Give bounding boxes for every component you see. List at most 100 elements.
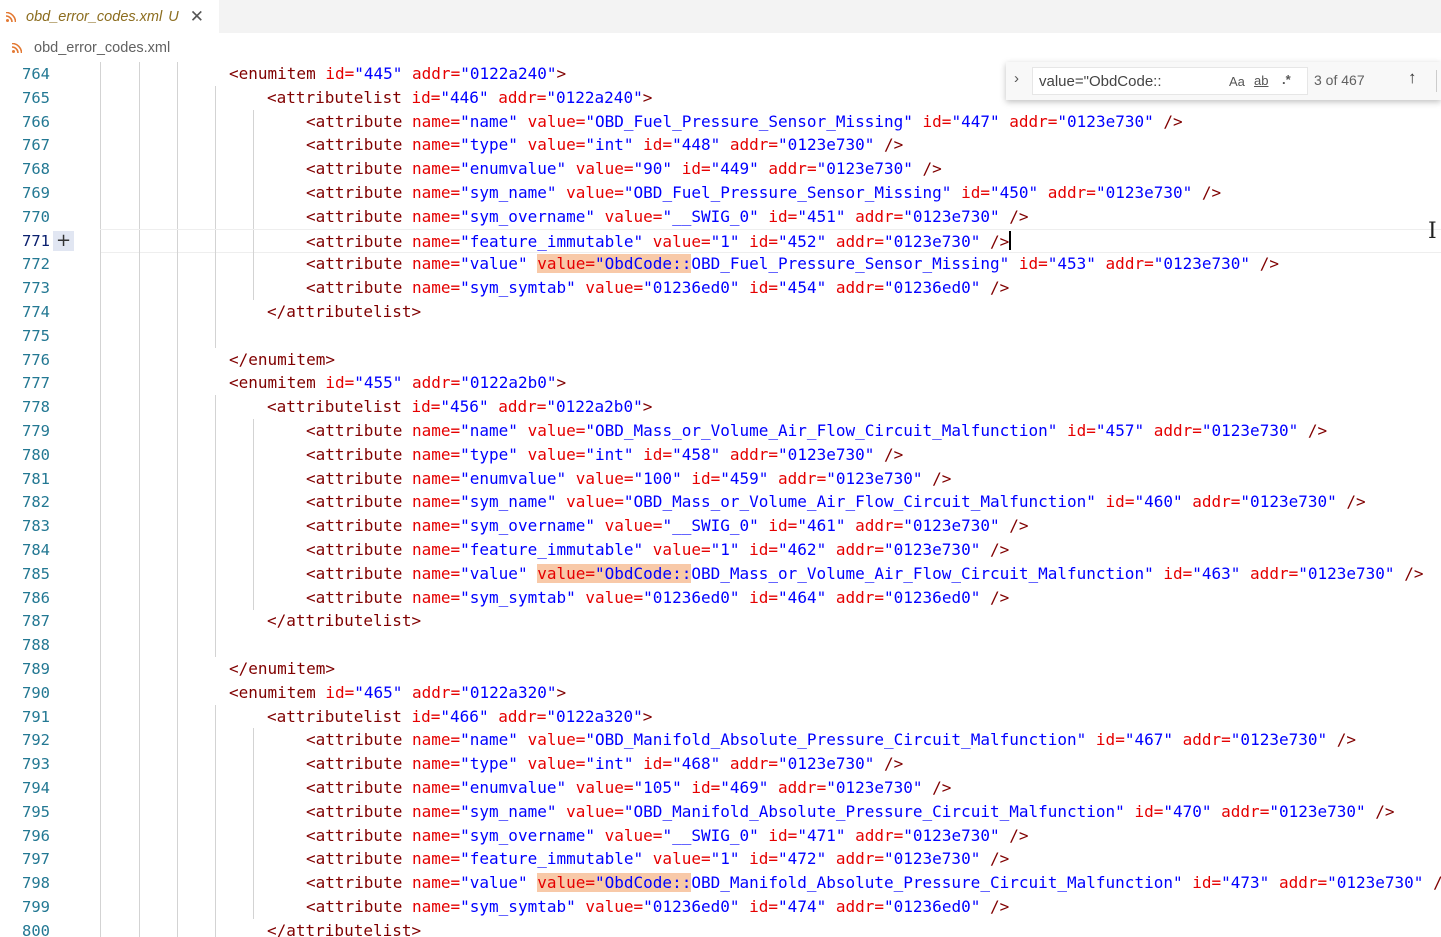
code-token: "01236ed0": [643, 897, 750, 916]
indent-guide: [215, 609, 216, 634]
whole-word-icon[interactable]: ab: [1254, 73, 1268, 88]
code-line[interactable]: 773 <attribute name="sym_symtab" value="0…: [0, 276, 1441, 301]
code-line[interactable]: 789 </enumitem>: [0, 657, 1441, 681]
code-line[interactable]: 770 <attribute name="sym_overname" value=…: [0, 204, 1441, 229]
line-number: 789: [22, 660, 50, 678]
regex-icon[interactable]: .*: [1282, 72, 1291, 87]
indent-guide: [215, 252, 216, 277]
breadcrumb-file[interactable]: obd_error_codes.xml: [34, 40, 170, 56]
code-token: name=: [411, 563, 461, 583]
code-line[interactable]: 769 <attribute name="sym_name" value="OBD…: [0, 181, 1441, 205]
code-line[interactable]: 799 <attribute name="sym_symtab" value="0…: [0, 895, 1441, 919]
code-line[interactable]: 795 <attribute name="sym_name" value="OBD…: [0, 799, 1441, 824]
indent-guide: [100, 871, 101, 896]
code-line[interactable]: 775: [0, 323, 1441, 348]
code-token: id=: [922, 111, 952, 131]
code-line[interactable]: 785 <attribute name="value" value="ObdCod…: [0, 561, 1441, 586]
code-token: "int": [585, 754, 644, 774]
search-match: "ObdCode::: [595, 254, 692, 274]
code-token: value=: [652, 849, 711, 869]
code-text: <attribute name="sym_overname" value="__…: [306, 514, 1029, 538]
indent-guide: [177, 347, 178, 372]
code-line[interactable]: 782 <attribute name="sym_name" value="OBD…: [0, 490, 1441, 515]
code-token: </enumitem>: [229, 349, 335, 369]
code-token: addr=: [835, 231, 884, 251]
code-token: name=: [411, 492, 461, 512]
code-line[interactable]: 767 <attribute name="type" value="int" id…: [0, 133, 1441, 158]
code-line[interactable]: 797 <attribute name="feature_immutable" v…: [0, 847, 1441, 872]
code-line[interactable]: 792 <attribute name="name" value="OBD_Man…: [0, 728, 1441, 753]
indent-guide: [215, 538, 216, 562]
indent-guide: [215, 395, 216, 420]
line-number: 781: [22, 469, 50, 488]
code-text: <attributelist id="446" addr="0122a240">: [267, 86, 652, 110]
code-token: <attribute: [306, 421, 412, 440]
code-line[interactable]: 774 </attributelist>: [0, 300, 1441, 324]
code-line[interactable]: 787 </attributelist>: [0, 609, 1441, 634]
code-token: value=: [527, 421, 586, 440]
code-line[interactable]: 796 <attribute name="sym_overname" value=…: [0, 823, 1441, 848]
code-line[interactable]: 800 </attributelist>: [0, 918, 1441, 937]
code-line[interactable]: 788: [0, 633, 1441, 658]
code-line[interactable]: 778 <attributelist id="456" addr="0122a2b…: [0, 395, 1441, 420]
indent-guide: [177, 62, 178, 86]
code-text: <enumitem id="465" addr="0122a320">: [229, 681, 566, 705]
code-token: "01236ed0": [643, 587, 750, 607]
code-line[interactable]: 768 <attribute name="enumvalue" value="90…: [0, 157, 1441, 182]
code-token: "463": [1192, 563, 1251, 583]
code-token: "enumvalue": [460, 778, 576, 797]
code-line[interactable]: 798 <attribute name="value" value="ObdCod…: [0, 871, 1441, 896]
code-text: </attributelist>: [267, 609, 421, 633]
code-content: </enumitem>: [100, 347, 1441, 372]
code-line[interactable]: 771 + <attribute name="feature_immutable" …: [0, 228, 1441, 254]
indent-guide: [177, 823, 178, 848]
indent-guide: [253, 752, 254, 777]
code-line[interactable]: 776 </enumitem>: [0, 347, 1441, 372]
code-token: "0123e730": [778, 135, 885, 155]
toggle-replace-icon[interactable]: ›: [1014, 70, 1019, 87]
code-token: "OBD_Manifold_Absolute_Pressure_Circuit_…: [585, 730, 1096, 750]
code-token: >: [556, 64, 567, 83]
code-content: <attribute name="feature_immutable" valu…: [100, 538, 1441, 562]
previous-match-icon[interactable]: ↑: [1408, 68, 1417, 88]
indent-guide: [100, 229, 101, 254]
code-token: "453": [1047, 254, 1106, 274]
code-editor[interactable]: 764 <enumitem id="445" addr="0122a240"> 76…: [0, 62, 1441, 937]
code-line[interactable]: 783 <attribute name="sym_overname" value=…: [0, 514, 1441, 539]
code-line[interactable]: 781 <attribute name="enumvalue" value="10…: [0, 466, 1441, 491]
code-line[interactable]: 766 <attribute name="name" value="OBD_Fue…: [0, 109, 1441, 134]
close-icon[interactable]: ✕: [190, 7, 204, 27]
code-line[interactable]: 793 <attribute name="type" value="int" id…: [0, 752, 1441, 777]
indent-guide: [215, 633, 216, 658]
code-line[interactable]: 791 <attributelist id="466" addr="0122a32…: [0, 704, 1441, 729]
search-match: "ObdCode::: [595, 873, 692, 893]
indent-guide: [253, 776, 254, 800]
code-token: addr=: [1221, 801, 1270, 821]
code-token: id=: [768, 516, 798, 536]
code-line[interactable]: 790 <enumitem id="465" addr="0122a320">: [0, 680, 1441, 705]
code-line[interactable]: 772 <attribute name="value" value="ObdCod…: [0, 252, 1441, 277]
add-comment-icon[interactable]: +: [53, 230, 74, 251]
code-token: "01236ed0": [884, 278, 990, 298]
tab-obd-error-codes[interactable]: obd_error_codes.xml U ✕: [0, 0, 219, 33]
code-line[interactable]: 784 <attribute name="feature_immutable" v…: [0, 538, 1441, 562]
indent-guide: [139, 752, 140, 777]
code-token: "type": [460, 754, 528, 774]
code-line[interactable]: 794 <attribute name="enumvalue" value="10…: [0, 776, 1441, 800]
code-token: name=: [411, 111, 461, 131]
code-line[interactable]: 779 <attribute name="name" value="OBD_Mas…: [0, 419, 1441, 443]
code-line[interactable]: 786 <attribute name="sym_symtab" value="0…: [0, 585, 1441, 610]
code-text: <attribute name="type" value="int" id="4…: [306, 752, 903, 776]
code-content: <attribute name="enumvalue" value="90" i…: [100, 157, 1441, 182]
code-token: "0122a2b0": [546, 397, 643, 417]
code-line[interactable]: 780 <attribute name="type" value="int" id…: [0, 442, 1441, 467]
code-token: "90": [633, 159, 682, 179]
find-input[interactable]: value="ObdCode:: Aa ab .*: [1032, 67, 1308, 95]
code-token: id=: [768, 825, 798, 845]
code-token: "name": [460, 421, 528, 440]
code-token: "1": [710, 849, 750, 869]
code-line[interactable]: 777 <enumitem id="455" addr="0122a2b0">: [0, 371, 1441, 396]
line-number: 779: [22, 422, 50, 440]
match-case-icon[interactable]: Aa: [1229, 74, 1245, 89]
indent-guide: [100, 657, 101, 681]
